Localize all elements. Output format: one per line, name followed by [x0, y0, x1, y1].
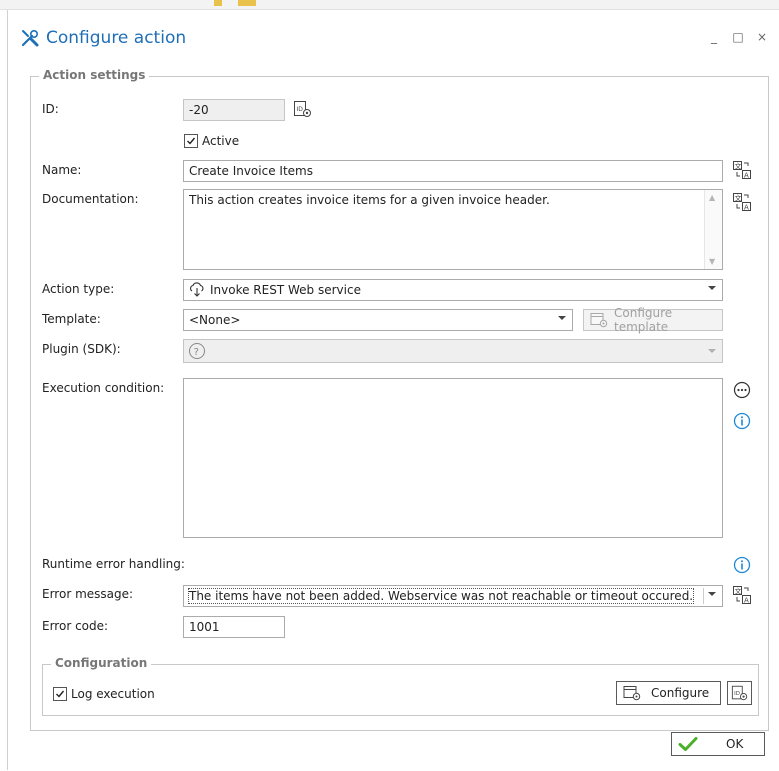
- rest-service-icon: [189, 282, 205, 298]
- active-checkbox[interactable]: Active: [184, 134, 239, 148]
- svg-text:ID: ID: [734, 691, 740, 697]
- background-tab-mark: [214, 0, 222, 6]
- documentation-scrollbar[interactable]: ▲ ▼: [704, 190, 722, 269]
- log-execution-check-box[interactable]: [53, 687, 67, 701]
- checkmark-icon: [678, 736, 698, 752]
- dialog-title: Configure action: [46, 28, 187, 48]
- template-config-icon: [590, 312, 608, 328]
- chevron-down-icon[interactable]: [708, 592, 716, 596]
- ok-button[interactable]: OK: [671, 732, 765, 756]
- documentation-textarea[interactable]: This action creates invoice items for a …: [183, 189, 723, 270]
- translate-icon[interactable]: 文 A: [732, 192, 752, 212]
- svg-text:ID: ID: [297, 106, 304, 113]
- template-config-icon: [623, 685, 641, 701]
- configure-template-label: Configure template: [614, 306, 673, 334]
- id-label: ID:: [42, 102, 59, 116]
- plugin-label: Plugin (SDK):: [42, 342, 121, 356]
- question-icon: ?: [188, 342, 206, 360]
- name-label: Name:: [42, 163, 82, 177]
- id-config-icon[interactable]: ID: [293, 99, 313, 119]
- svg-text:A: A: [744, 204, 749, 212]
- configure-template-button[interactable]: Configure template: [583, 306, 723, 334]
- translate-icon[interactable]: 文 A: [732, 160, 752, 180]
- error-message-value: The items have not been added. Webservic…: [187, 588, 695, 604]
- translate-icon[interactable]: 文 A: [732, 585, 752, 605]
- dropdown-separator: [703, 588, 704, 604]
- background-app-strip: [0, 0, 779, 10]
- chevron-down-icon[interactable]: [708, 286, 716, 290]
- id-config-icon: ID: [731, 684, 749, 702]
- id-config-button[interactable]: ID: [727, 681, 752, 705]
- configure-label: Configure: [651, 686, 710, 700]
- configuration-legend: Configuration: [51, 656, 152, 670]
- log-execution-label: Log execution: [71, 687, 155, 701]
- error-code-input[interactable]: 1001: [183, 616, 285, 638]
- id-field[interactable]: -20: [183, 99, 285, 121]
- svg-text:A: A: [744, 172, 749, 180]
- log-execution-checkbox[interactable]: Log execution: [53, 687, 155, 701]
- plugin-select[interactable]: ?: [183, 339, 723, 363]
- action-type-label: Action type:: [42, 282, 115, 296]
- template-value: <None>: [189, 313, 241, 327]
- maximize-button[interactable]: □: [731, 30, 745, 44]
- ok-label: OK: [726, 737, 744, 751]
- error-message-label: Error message:: [42, 587, 134, 601]
- name-input[interactable]: Create Invoice Items: [183, 160, 723, 182]
- action-settings-legend: Action settings: [39, 68, 150, 82]
- background-tab-mark: [238, 0, 256, 6]
- dialog-title-bar: Configure action: [20, 26, 186, 50]
- error-message-select[interactable]: The items have not been added. Webservic…: [183, 585, 723, 607]
- info-icon[interactable]: [733, 556, 751, 574]
- minimize-button[interactable]: _: [707, 30, 721, 44]
- template-select[interactable]: <None>: [183, 309, 573, 331]
- svg-text:A: A: [744, 597, 749, 605]
- execution-condition-editor[interactable]: [183, 378, 723, 538]
- active-label: Active: [202, 134, 240, 148]
- svg-text:文: 文: [735, 194, 742, 203]
- scroll-up-icon[interactable]: ▲: [709, 193, 715, 202]
- info-icon[interactable]: [733, 412, 751, 430]
- scroll-down-icon[interactable]: ▼: [709, 257, 715, 266]
- ellipsis-icon[interactable]: [733, 381, 751, 399]
- chevron-down-icon[interactable]: [708, 349, 716, 353]
- execution-condition-label: Execution condition:: [42, 381, 165, 395]
- svg-text:文: 文: [735, 162, 742, 171]
- template-label: Template:: [42, 312, 101, 326]
- action-type-select[interactable]: Invoke REST Web service: [183, 279, 723, 301]
- documentation-text: This action creates invoice items for a …: [189, 193, 550, 207]
- documentation-label: Documentation:: [42, 192, 139, 206]
- svg-text:?: ?: [194, 347, 199, 358]
- window-controls: _ □ ×: [707, 30, 769, 44]
- chevron-down-icon[interactable]: [558, 316, 566, 320]
- wrench-screwdriver-icon: [20, 28, 40, 48]
- error-code-label: Error code:: [42, 619, 109, 633]
- active-check-box[interactable]: [184, 134, 198, 148]
- configure-button[interactable]: Configure: [616, 681, 721, 705]
- action-type-value: Invoke REST Web service: [210, 283, 361, 297]
- svg-text:文: 文: [735, 587, 742, 596]
- runtime-error-label: Runtime error handling:: [42, 557, 185, 571]
- close-button[interactable]: ×: [755, 30, 769, 44]
